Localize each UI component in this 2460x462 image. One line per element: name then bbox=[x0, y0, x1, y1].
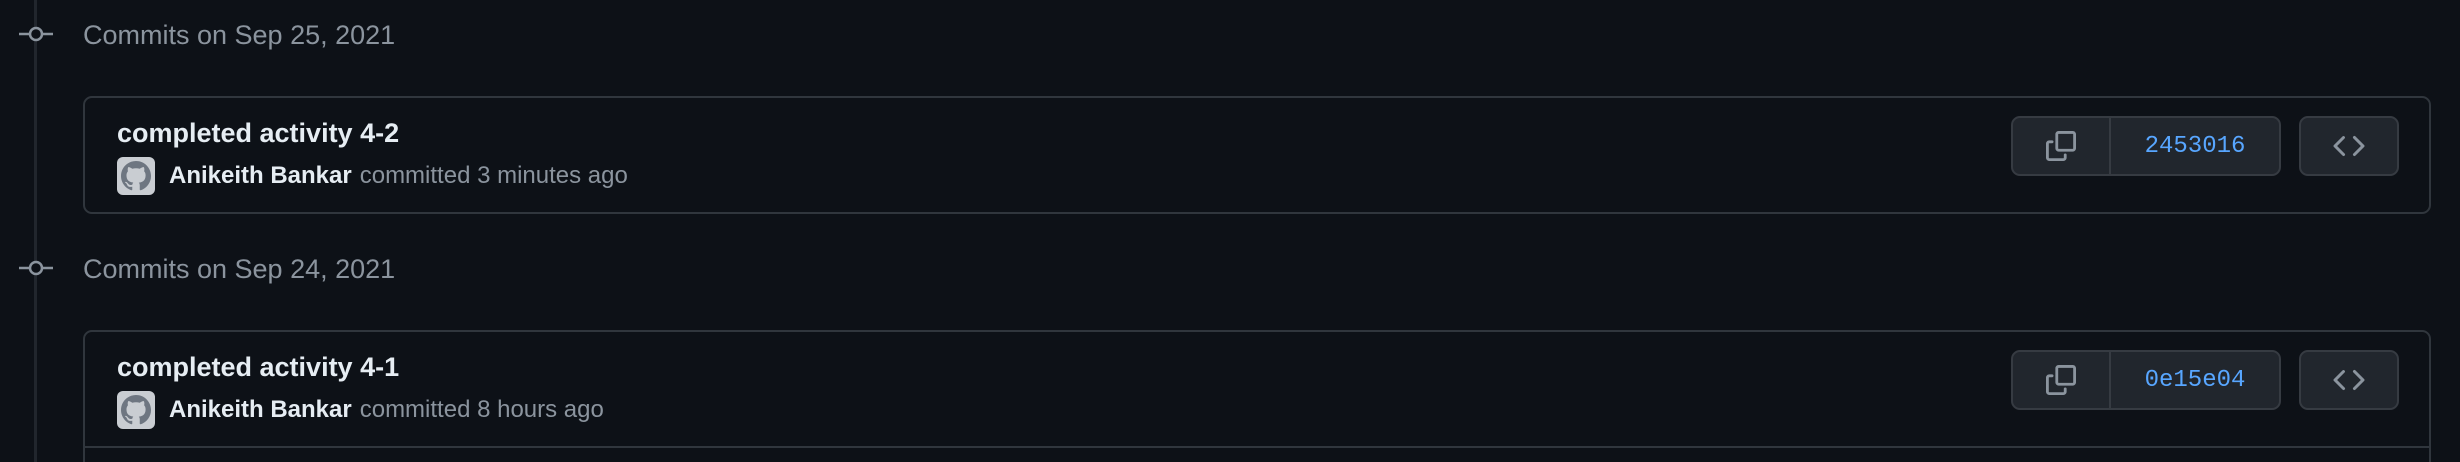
commit-divider bbox=[85, 446, 2429, 448]
commit-sha-button-group: 0e15e04 bbox=[2011, 350, 2281, 410]
code-icon bbox=[2333, 135, 2365, 157]
commit-group-header: Commits on Sep 24, 2021 bbox=[0, 246, 2460, 290]
commit-time: committed 8 hours ago bbox=[359, 396, 604, 423]
commit-group-date: Commits on Sep 25, 2021 bbox=[83, 20, 396, 50]
browse-repo-button[interactable] bbox=[2299, 116, 2399, 176]
copy-sha-button[interactable] bbox=[2013, 352, 2111, 408]
git-commit-icon bbox=[19, 260, 53, 276]
commit-group-header: Commits on Sep 25, 2021 bbox=[0, 12, 2460, 56]
commit-author-link[interactable]: Anikeith Bankar bbox=[169, 396, 352, 424]
commit-meta: Anikeith Bankar committed 8 hours ago bbox=[117, 390, 604, 430]
avatar[interactable] bbox=[117, 157, 155, 195]
commit-title-link[interactable]: completed activity 4-2 bbox=[117, 116, 399, 150]
commit-history-page: Commits on Sep 25, 2021 completed activi… bbox=[0, 0, 2460, 462]
commit-meta: Anikeith Bankar committed 3 minutes ago bbox=[117, 156, 628, 196]
github-octocat-icon bbox=[121, 161, 151, 191]
commit-time: committed 3 minutes ago bbox=[359, 162, 628, 189]
commit-sha-link[interactable]: 2453016 bbox=[2111, 118, 2279, 174]
commit-item: completed activity 4-1 Anikeith Bankar c… bbox=[83, 330, 2431, 462]
commit-sha-link[interactable]: 0e15e04 bbox=[2111, 352, 2279, 408]
commit-group-date: Commits on Sep 24, 2021 bbox=[83, 254, 396, 284]
code-icon bbox=[2333, 369, 2365, 391]
avatar[interactable] bbox=[117, 391, 155, 429]
timeline-line bbox=[34, 0, 37, 462]
git-commit-icon bbox=[19, 26, 53, 42]
commit-sha-button-group: 2453016 bbox=[2011, 116, 2281, 176]
browse-repo-button[interactable] bbox=[2299, 350, 2399, 410]
commit-item: completed activity 4-2 Anikeith Bankar c… bbox=[83, 96, 2431, 214]
github-octocat-icon bbox=[121, 395, 151, 425]
copy-icon bbox=[2046, 365, 2076, 395]
copy-sha-button[interactable] bbox=[2013, 118, 2111, 174]
commit-author-link[interactable]: Anikeith Bankar bbox=[169, 162, 352, 190]
copy-icon bbox=[2046, 131, 2076, 161]
commit-title-link[interactable]: completed activity 4-1 bbox=[117, 350, 399, 384]
